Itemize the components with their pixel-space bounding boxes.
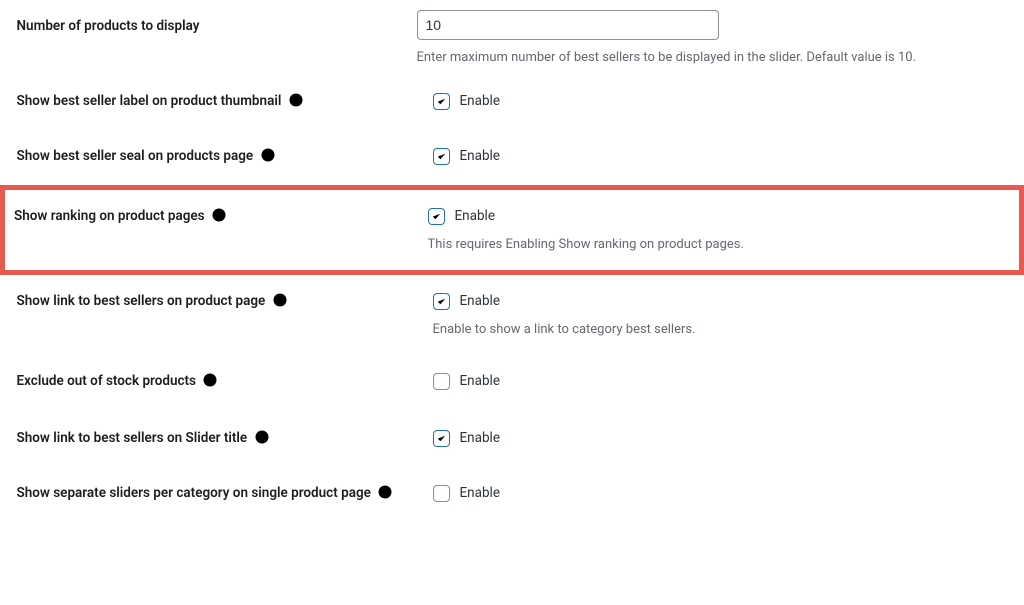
checkbox-checked-icon bbox=[428, 208, 445, 225]
label-best-seller-seal-page: Show best seller seal on products page bbox=[17, 148, 254, 164]
row-separate-sliders-per-category: Show separate sliders per category on si… bbox=[3, 467, 1022, 524]
enable-label: Enable bbox=[460, 295, 501, 309]
enable-label: Enable bbox=[455, 210, 496, 224]
checkbox-unchecked-icon bbox=[433, 485, 450, 502]
info-icon[interactable] bbox=[273, 293, 287, 307]
info-icon[interactable] bbox=[378, 485, 392, 499]
link-best-sellers-slider-title-toggle[interactable]: Enable bbox=[433, 430, 501, 447]
link-best-sellers-description: Enable to show a link to category best s… bbox=[433, 322, 1012, 337]
enable-label: Enable bbox=[460, 150, 501, 164]
label-best-seller-label-thumbnail: Show best seller label on product thumbn… bbox=[17, 93, 282, 109]
label-separate-sliders-per-category: Show separate sliders per category on si… bbox=[17, 485, 371, 501]
label-exclude-out-of-stock: Exclude out of stock products bbox=[17, 373, 197, 389]
checkbox-checked-icon bbox=[433, 293, 450, 310]
number-of-products-description: Enter maximum number of best sellers to … bbox=[417, 50, 1012, 65]
label-link-best-sellers-slider-title: Show link to best sellers on Slider titl… bbox=[17, 430, 248, 446]
info-icon[interactable] bbox=[212, 208, 226, 222]
best-seller-seal-page-toggle[interactable]: Enable bbox=[433, 148, 501, 165]
settings-table: Number of products to display Enter maxi… bbox=[0, 0, 1024, 524]
enable-label: Enable bbox=[460, 432, 501, 446]
info-icon[interactable] bbox=[261, 148, 275, 162]
separate-sliders-per-category-toggle[interactable]: Enable bbox=[433, 485, 501, 502]
row-exclude-out-of-stock: Exclude out of stock products Enable bbox=[3, 355, 1022, 412]
checkbox-checked-icon bbox=[433, 93, 450, 110]
label-show-ranking-product-pages: Show ranking on product pages bbox=[14, 208, 205, 224]
info-icon[interactable] bbox=[255, 430, 269, 444]
row-number-of-products: Number of products to display Enter maxi… bbox=[3, 0, 1022, 75]
row-best-seller-label-thumbnail: Show best seller label on product thumbn… bbox=[3, 75, 1022, 130]
exclude-out-of-stock-toggle[interactable]: Enable bbox=[433, 373, 501, 390]
checkbox-checked-icon bbox=[433, 430, 450, 447]
checkbox-unchecked-icon bbox=[433, 373, 450, 390]
number-of-products-input[interactable] bbox=[417, 10, 719, 40]
enable-label: Enable bbox=[460, 375, 501, 389]
label-link-best-sellers-product-page: Show link to best sellers on product pag… bbox=[17, 293, 266, 309]
link-best-sellers-product-page-toggle[interactable]: Enable bbox=[433, 293, 501, 310]
show-ranking-product-pages-toggle[interactable]: Enable bbox=[428, 208, 496, 225]
label-number-of-products: Number of products to display bbox=[17, 18, 200, 34]
best-seller-label-thumbnail-toggle[interactable]: Enable bbox=[433, 93, 501, 110]
info-icon[interactable] bbox=[289, 93, 303, 107]
show-ranking-description: This requires Enabling Show ranking on p… bbox=[428, 237, 1010, 252]
info-icon[interactable] bbox=[203, 373, 217, 387]
row-best-seller-seal-page: Show best seller seal on products page E… bbox=[3, 130, 1022, 188]
row-show-ranking-product-pages: Show ranking on product pages Enable Thi… bbox=[3, 188, 1022, 273]
checkbox-checked-icon bbox=[433, 148, 450, 165]
enable-label: Enable bbox=[460, 95, 501, 109]
row-link-best-sellers-product-page: Show link to best sellers on product pag… bbox=[3, 273, 1022, 356]
row-link-best-sellers-slider-title: Show link to best sellers on Slider titl… bbox=[3, 412, 1022, 467]
enable-label: Enable bbox=[460, 487, 501, 501]
